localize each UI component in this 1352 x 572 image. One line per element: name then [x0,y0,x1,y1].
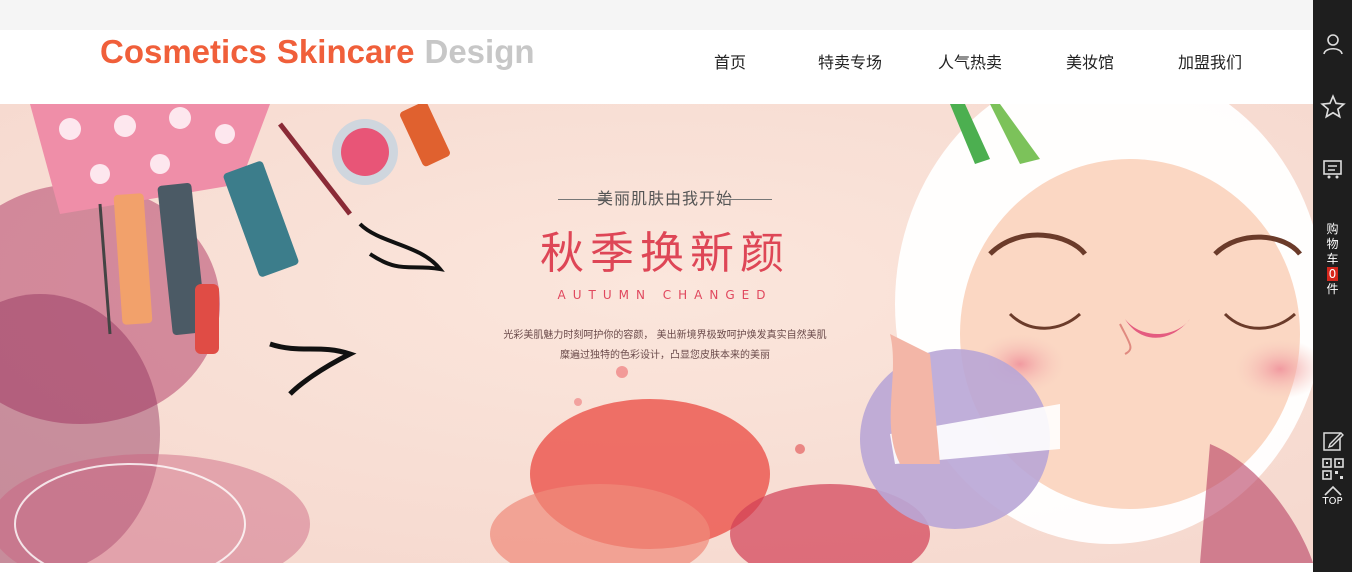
banner-desc-line-1: 光彩美肌魅力时刻呵护你的容颜， 美出新境界极致呵护焕发真实自然美肌 [503,330,827,341]
cart-char-3: 车 [1326,252,1339,266]
cart-char-2: 物 [1326,237,1339,251]
nav-popular[interactable]: 人气热卖 [920,48,1020,78]
hero-banner[interactable]: 美丽肌肤由我开始 秋季换新颜 AUTUMN CHANGED 光彩美肌魅力时刻呵护… [0,104,1313,563]
banner-headline: 秋季换新颜 [540,228,790,279]
logo-word-skincare: Skincare [276,33,415,70]
edit-icon[interactable] [1313,429,1352,453]
cart-count-badge: 0 [1327,267,1338,281]
message-icon[interactable] [1313,157,1352,181]
star-icon[interactable] [1313,94,1352,120]
top-strip [0,0,1313,30]
cart-char-1: 购 [1326,222,1339,236]
qr-code-icon[interactable] [1313,457,1352,481]
header: Cosmetics Skincare Design 首页 特卖专场 人气热卖 美妆馆… [0,30,1313,104]
nav-join-us[interactable]: 加盟我们 [1160,48,1260,78]
user-icon[interactable] [1313,32,1352,56]
cart-unit: 件 [1326,282,1339,296]
banner-desc-line-2: 糜遍过独特的色彩设计，凸显您皮肤本来的美丽 [560,350,770,361]
nav-home[interactable]: 首页 [680,48,780,78]
right-toolbar: 购 物 车 0 件 TOP [1313,0,1352,572]
logo-word-cosmetics: Cosmetics [100,33,267,70]
cart-widget[interactable]: 购 物 车 0 件 [1313,222,1352,297]
nav-flash-sale[interactable]: 特卖专场 [800,48,900,78]
top-label: TOP [1322,496,1343,507]
page-bottom [0,563,1313,572]
main-nav: 首页 特卖专场 人气热卖 美妆馆 加盟我们 [680,48,1280,78]
banner-description: 光彩美肌魅力时刻呵护你的容颜， 美出新境界极致呵护焕发真实自然美肌 糜遍过独特的… [480,326,850,366]
banner-subline: AUTUMN CHANGED [557,288,773,302]
banner-text: 美丽肌肤由我开始 秋季换新颜 AUTUMN CHANGED 光彩美肌魅力时刻呵护… [480,186,850,366]
nav-beauty-hall[interactable]: 美妆馆 [1040,48,1140,78]
banner-tagline: 美丽肌肤由我开始 [480,186,850,212]
back-to-top-button[interactable]: TOP [1313,484,1352,508]
site-logo[interactable]: Cosmetics Skincare Design [100,32,535,72]
logo-word-design: Design [424,33,535,70]
chevron-up-icon [1323,485,1342,496]
